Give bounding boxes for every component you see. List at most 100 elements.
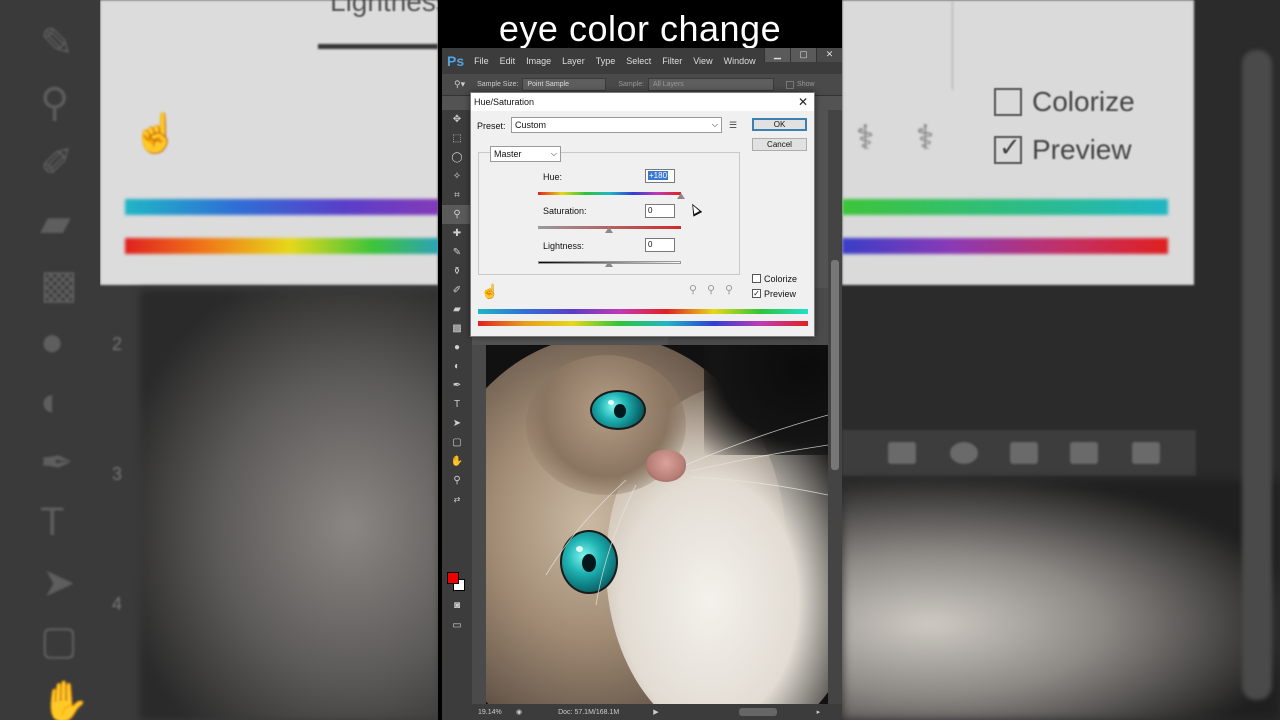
menu-window[interactable]: Window xyxy=(724,56,756,66)
clone-stamp-icon[interactable]: ⚱ xyxy=(442,262,472,281)
menu-select[interactable]: Select xyxy=(626,56,651,66)
dodge-tool-icon[interactable]: ◐ xyxy=(442,357,472,376)
eyedropper-plus-icon[interactable]: ⚲ xyxy=(707,283,715,296)
history-brush-icon[interactable]: ✐ xyxy=(442,281,472,300)
preview-checkbox[interactable]: ✓ xyxy=(752,289,761,298)
gradient-tool-icon[interactable]: ▩ xyxy=(442,319,472,338)
blur-tool-icon[interactable]: ● xyxy=(442,338,472,357)
menu-file[interactable]: File xyxy=(474,56,489,66)
bg-target-adjust-icon: ☝ xyxy=(132,113,180,155)
saturation-input[interactable]: 0 xyxy=(645,204,675,218)
menu-layer[interactable]: Layer xyxy=(562,56,585,66)
menu-image[interactable]: Image xyxy=(526,56,551,66)
type-tool-icon[interactable]: T xyxy=(442,395,472,414)
vertical-ruler xyxy=(472,345,486,705)
bg-eyedropper-minus-icon: ⚕ xyxy=(916,119,935,157)
eyedropper-tool-selected-icon[interactable]: ⚲ xyxy=(442,205,472,224)
lightness-input[interactable]: 0 xyxy=(645,238,675,252)
minimize-icon[interactable]: ▁ xyxy=(764,48,790,62)
document-canvas[interactable] xyxy=(486,345,828,705)
bg-divider xyxy=(952,0,953,90)
bg-ruler-2: 2 xyxy=(112,334,123,354)
menu-filter[interactable]: Filter xyxy=(662,56,682,66)
bg-pen-icon: ✒ xyxy=(40,441,74,485)
window-controls: ▁ ▢ ✕ xyxy=(764,48,842,62)
zoom-level[interactable]: 19.14% xyxy=(478,709,512,716)
close-icon[interactable]: ✕ xyxy=(798,95,808,109)
pen-tool-icon[interactable]: ✒ xyxy=(442,376,472,395)
magic-wand-icon[interactable]: ✧ xyxy=(442,167,472,186)
preview-label: Preview xyxy=(764,289,797,299)
bg-type-icon: T xyxy=(40,500,65,544)
bg-eyedropper-plus-icon: ⚕ xyxy=(856,119,875,157)
sample-select[interactable]: All Layers xyxy=(648,78,775,91)
preset-options-icon[interactable]: ☰ xyxy=(729,120,737,131)
video-caption: eye color change xyxy=(498,8,782,49)
bg-mask-icon xyxy=(888,442,916,464)
bg-scrollbar-blur xyxy=(1242,50,1272,700)
status-arrow-icon[interactable]: ▶ xyxy=(653,708,658,716)
foreground-color-swatch[interactable] xyxy=(447,572,459,584)
crop-tool-icon[interactable]: ⌗ xyxy=(442,186,472,205)
status-icon[interactable]: ◉ xyxy=(516,708,522,716)
maximize-icon[interactable]: ▢ xyxy=(790,48,816,62)
path-select-icon[interactable]: ➤ xyxy=(442,414,472,433)
lasso-tool-icon[interactable]: ◯ xyxy=(442,148,472,167)
eraser-tool-icon[interactable]: ▰ xyxy=(442,300,472,319)
bg-hand-icon: ✋ xyxy=(40,680,90,720)
cancel-button[interactable]: Cancel xyxy=(752,138,807,151)
hue-slider-track[interactable] xyxy=(538,192,681,195)
show-ring-checkbox[interactable] xyxy=(786,80,795,89)
menu-type[interactable]: Type xyxy=(596,56,616,66)
bg-stamp-icon: ⚲ xyxy=(40,81,70,125)
bg-spectrum-top xyxy=(125,199,438,215)
brush-tool-icon[interactable]: ✎ xyxy=(442,243,472,262)
adjusted-color-bar xyxy=(478,309,808,314)
hue-label: Hue: xyxy=(543,172,563,182)
zoom-tool-icon[interactable]: ⚲ xyxy=(442,471,472,490)
hue-value: +180 xyxy=(648,171,669,180)
bg-blur-icon: ● xyxy=(40,320,65,364)
eyedropper-tool-icon[interactable]: ⚲▾ xyxy=(454,79,465,90)
marquee-tool-icon[interactable]: ⬚ xyxy=(442,129,472,148)
photoshop-logo: Ps xyxy=(447,53,465,69)
cat-whiskers xyxy=(545,414,828,606)
colorize-label: Colorize xyxy=(764,274,798,284)
hand-tool-icon[interactable]: ✋ xyxy=(442,452,472,471)
channel-select[interactable]: Master ⌵ xyxy=(490,146,561,162)
screen-mode-icon[interactable]: ▭ xyxy=(442,616,472,635)
bg-cat-whiskers-blur xyxy=(842,480,1280,720)
shape-tool-icon[interactable]: ▢ xyxy=(442,433,472,452)
menu-view[interactable]: View xyxy=(693,56,712,66)
close-icon[interactable]: ✕ xyxy=(816,48,842,62)
bg-spectrum-bottom-right xyxy=(842,238,1168,254)
saturation-slider-thumb[interactable] xyxy=(605,227,613,233)
bg-lightness-text: Lightness xyxy=(330,0,438,17)
colorize-checkbox[interactable] xyxy=(752,274,761,283)
vertical-scrollbar[interactable] xyxy=(828,110,842,708)
bg-gradient-icon: ▩ xyxy=(40,263,78,307)
scroll-right-icon[interactable]: ▸ xyxy=(817,708,821,716)
eyedropper-icon[interactable]: ⚲ xyxy=(689,283,697,296)
sample-size-select[interactable]: Point Sample xyxy=(522,78,607,91)
preset-select[interactable]: Custom ⌵ xyxy=(511,117,722,133)
bg-adjustment-icon xyxy=(950,442,978,464)
lightness-slider-thumb[interactable] xyxy=(605,261,613,267)
menu-edit[interactable]: Edit xyxy=(500,56,516,66)
blurred-background-left: Lightness ✎ ⚲ ✐ ▰ ▩ ● ◐ ✒ T ➤ ▢ ✋ ☝ 2 3 … xyxy=(0,0,438,720)
target-adjustment-hand-icon[interactable]: ☝ xyxy=(481,283,498,300)
healing-brush-icon[interactable]: ✚ xyxy=(442,224,472,243)
scrollbar-thumb[interactable] xyxy=(831,260,839,470)
eyedropper-minus-icon[interactable]: ⚲ xyxy=(725,283,733,296)
status-bar: 19.14% ◉ Doc: 57.1M/168.1M ▶ ▸ xyxy=(472,704,842,720)
bg-cat-blur xyxy=(140,290,438,720)
bg-ruler-4: 4 xyxy=(112,594,123,614)
bg-preview-checkbox: ✓ xyxy=(994,132,1022,164)
horizontal-scrollbar-thumb[interactable] xyxy=(738,708,777,716)
swap-colors-icon[interactable]: ⇄ xyxy=(442,490,472,509)
quick-mask-icon[interactable]: ◙ xyxy=(442,596,472,615)
move-tool-icon[interactable]: ✥ xyxy=(442,110,472,129)
hue-input[interactable]: +180 xyxy=(645,169,675,183)
hue-slider-thumb[interactable] xyxy=(677,193,685,199)
ok-button[interactable]: OK xyxy=(752,118,807,131)
